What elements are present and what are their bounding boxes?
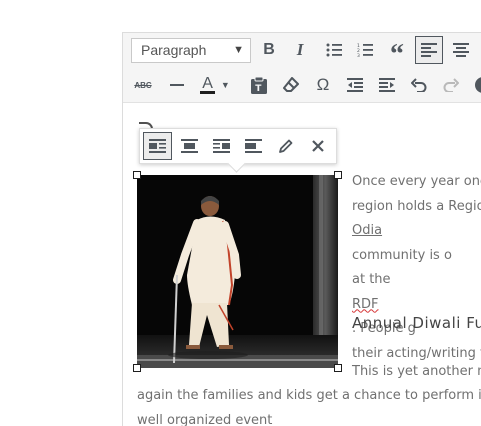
resize-handle-bottom-right[interactable] <box>334 364 342 372</box>
bold-button[interactable]: B <box>255 36 283 64</box>
image-edit-button[interactable] <box>271 132 300 160</box>
chevron-down-icon: ▼ <box>220 80 230 90</box>
indent-button[interactable] <box>373 71 401 99</box>
undo-button[interactable] <box>405 71 433 99</box>
align-center-icon <box>181 139 198 153</box>
remove-x-icon <box>311 140 324 152</box>
image-remove-button[interactable] <box>303 132 332 160</box>
redo-icon <box>443 78 459 92</box>
numbered-list-icon: 1 2 3 <box>357 43 373 57</box>
blockquote-button[interactable]: “ <box>383 36 411 69</box>
bullet-list-icon <box>326 43 342 57</box>
horizontal-line-icon <box>170 84 184 86</box>
special-character-button[interactable]: Ω <box>309 71 337 99</box>
paragraph-format-select[interactable]: Paragraph ▼ <box>131 38 251 63</box>
align-none-icon <box>245 139 262 153</box>
paste-as-text-icon: T <box>251 76 267 94</box>
align-left-icon <box>149 139 166 153</box>
undo-icon <box>411 78 427 92</box>
paragraph-community[interactable]: Once every year one region holds a Regio… <box>352 170 481 366</box>
strikethrough-icon: ABC <box>134 80 152 90</box>
special-character-icon: Ω <box>316 75 330 94</box>
text-line: region holds a Region <box>352 198 481 214</box>
blockquote-icon: “ <box>390 39 404 70</box>
performer-photo <box>137 175 338 368</box>
numbered-list-button[interactable]: 1 2 3 <box>351 36 379 64</box>
bullet-list-button[interactable] <box>320 36 348 64</box>
help-button[interactable] <box>469 71 481 99</box>
clear-formatting-icon <box>283 77 299 92</box>
edit-pencil-icon <box>279 139 293 153</box>
text-color-icon: A <box>200 75 215 94</box>
image-align-left-button[interactable] <box>143 132 172 160</box>
section-heading[interactable]: Annual Diwali Fun <box>352 314 481 332</box>
bold-icon: B <box>263 41 275 58</box>
resize-handle-bottom-left[interactable] <box>133 364 141 372</box>
resize-handle-top-left[interactable] <box>133 171 141 179</box>
clear-formatting-button[interactable] <box>277 71 305 99</box>
resize-handle-top-right[interactable] <box>334 171 342 179</box>
image-inline-toolbar <box>139 128 337 164</box>
text-line: Once every year one <box>352 174 481 189</box>
align-right-icon <box>213 139 230 153</box>
paragraph-line[interactable]: well organized event <box>137 409 272 426</box>
align-left-button[interactable] <box>415 36 443 64</box>
align-left-icon <box>421 43 437 57</box>
align-center-button[interactable] <box>447 36 475 64</box>
odia-link[interactable]: Odia <box>352 219 481 244</box>
help-icon <box>475 77 481 93</box>
italic-button[interactable]: I <box>286 36 314 64</box>
outdent-icon <box>347 78 363 92</box>
text-color-button[interactable]: A ▼ <box>195 71 235 99</box>
indent-icon <box>379 78 395 92</box>
image-align-right-button[interactable] <box>207 132 236 160</box>
text-line: Odia community is o <box>352 219 481 268</box>
svg-text:T: T <box>255 84 262 94</box>
align-center-icon <box>453 43 469 57</box>
paragraph-line[interactable]: This is yet another m <box>352 360 481 385</box>
chevron-down-icon: ▼ <box>233 44 244 56</box>
strikethrough-button[interactable]: ABC <box>129 71 157 99</box>
format-select-value: Paragraph <box>141 42 207 58</box>
horizontal-line-button[interactable] <box>163 71 191 99</box>
paragraph-line[interactable]: again the families and kids get a chance… <box>137 384 481 409</box>
selected-image[interactable] <box>133 171 342 372</box>
outdent-button[interactable] <box>341 71 369 99</box>
image-align-center-button[interactable] <box>175 132 204 160</box>
svg-text:3: 3 <box>357 53 360 57</box>
editor-toolbar: Paragraph ▼ B I 1 2 3 “ ABC A ▼ T Ω <box>123 33 481 103</box>
paste-as-text-button[interactable]: T <box>245 71 273 99</box>
italic-icon: I <box>296 40 304 59</box>
image-align-none-button[interactable] <box>239 132 268 160</box>
redo-button[interactable] <box>437 71 465 99</box>
